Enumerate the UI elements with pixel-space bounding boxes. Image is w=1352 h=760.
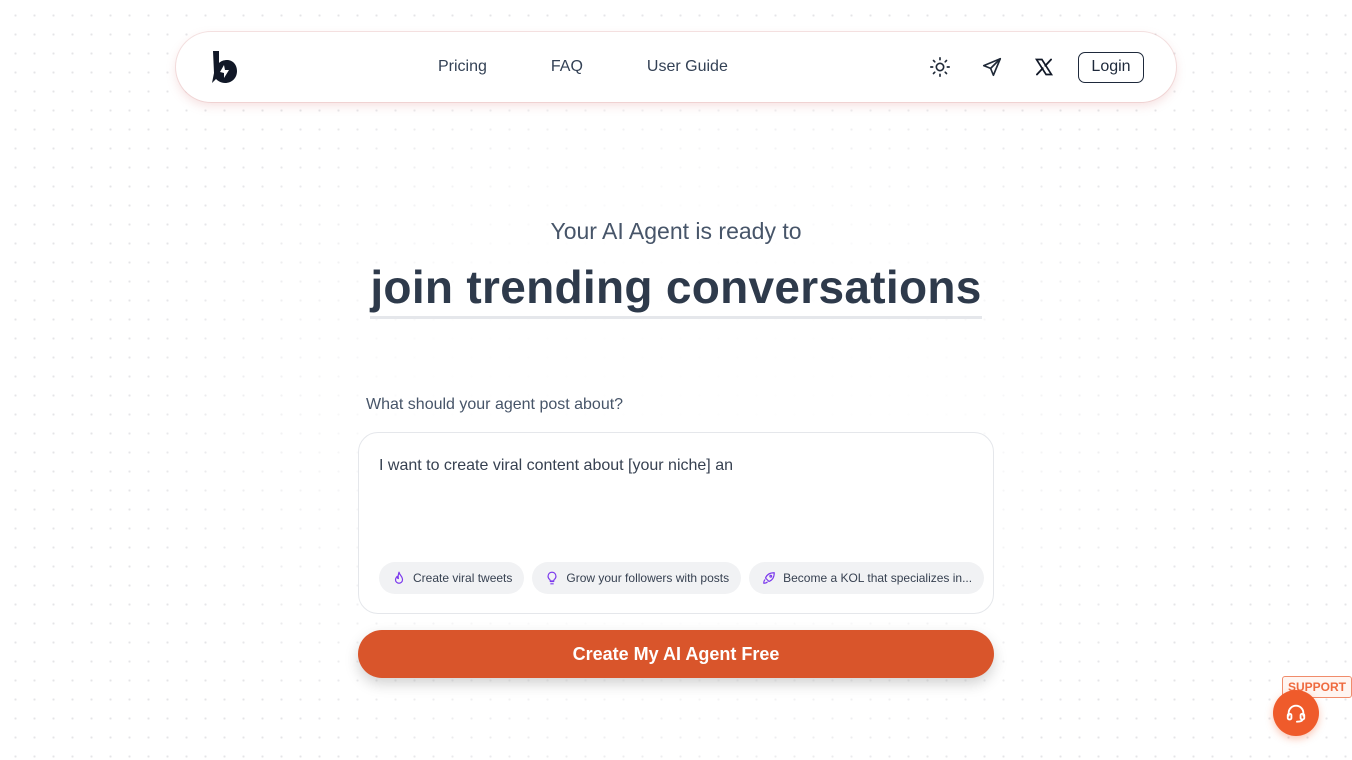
theme-toggle-sun-icon[interactable] bbox=[926, 53, 954, 81]
brand-logo[interactable] bbox=[210, 49, 238, 85]
x-twitter-icon[interactable] bbox=[1030, 53, 1058, 81]
suggestion-chip-grow-followers[interactable]: Grow your followers with posts bbox=[532, 562, 742, 594]
support-headset-button[interactable] bbox=[1273, 690, 1319, 736]
hero-title: join trending conversations bbox=[0, 260, 1352, 319]
suggestion-label: Create viral tweets bbox=[413, 571, 513, 585]
nav-user-guide[interactable]: User Guide bbox=[647, 58, 728, 76]
suggestion-label: Grow your followers with posts bbox=[566, 571, 730, 585]
suggestion-chip-become-kol[interactable]: Become a KOL that specializes in... bbox=[749, 562, 985, 594]
hero-title-text: join trending conversations bbox=[370, 260, 982, 319]
prompt-label: What should your agent post about? bbox=[366, 396, 624, 413]
header-actions: Login bbox=[926, 32, 1144, 102]
lightbulb-icon bbox=[544, 570, 560, 586]
nav-pricing[interactable]: Pricing bbox=[438, 58, 487, 76]
headset-icon bbox=[1286, 704, 1306, 723]
hero-subtitle: Your AI Agent is ready to bbox=[550, 218, 802, 244]
telegram-send-icon[interactable] bbox=[978, 53, 1006, 81]
main-nav: Pricing FAQ User Guide bbox=[438, 32, 792, 102]
nav-faq[interactable]: FAQ bbox=[551, 58, 583, 76]
prompt-input[interactable]: I want to create viral content about [yo… bbox=[379, 457, 969, 547]
top-navbar: Pricing FAQ User Guide Login bbox=[176, 32, 1176, 102]
suggestion-chips: Create viral tweets Grow your followers … bbox=[379, 562, 992, 594]
create-agent-button[interactable]: Create My AI Agent Free bbox=[358, 630, 994, 678]
login-button[interactable]: Login bbox=[1078, 51, 1144, 83]
flame-icon bbox=[391, 570, 407, 586]
prompt-card: I want to create viral content about [yo… bbox=[358, 432, 994, 614]
suggestion-label: Become a KOL that specializes in... bbox=[783, 571, 973, 585]
suggestion-chip-viral-tweets[interactable]: Create viral tweets bbox=[379, 562, 525, 594]
rocket-icon bbox=[761, 570, 777, 586]
